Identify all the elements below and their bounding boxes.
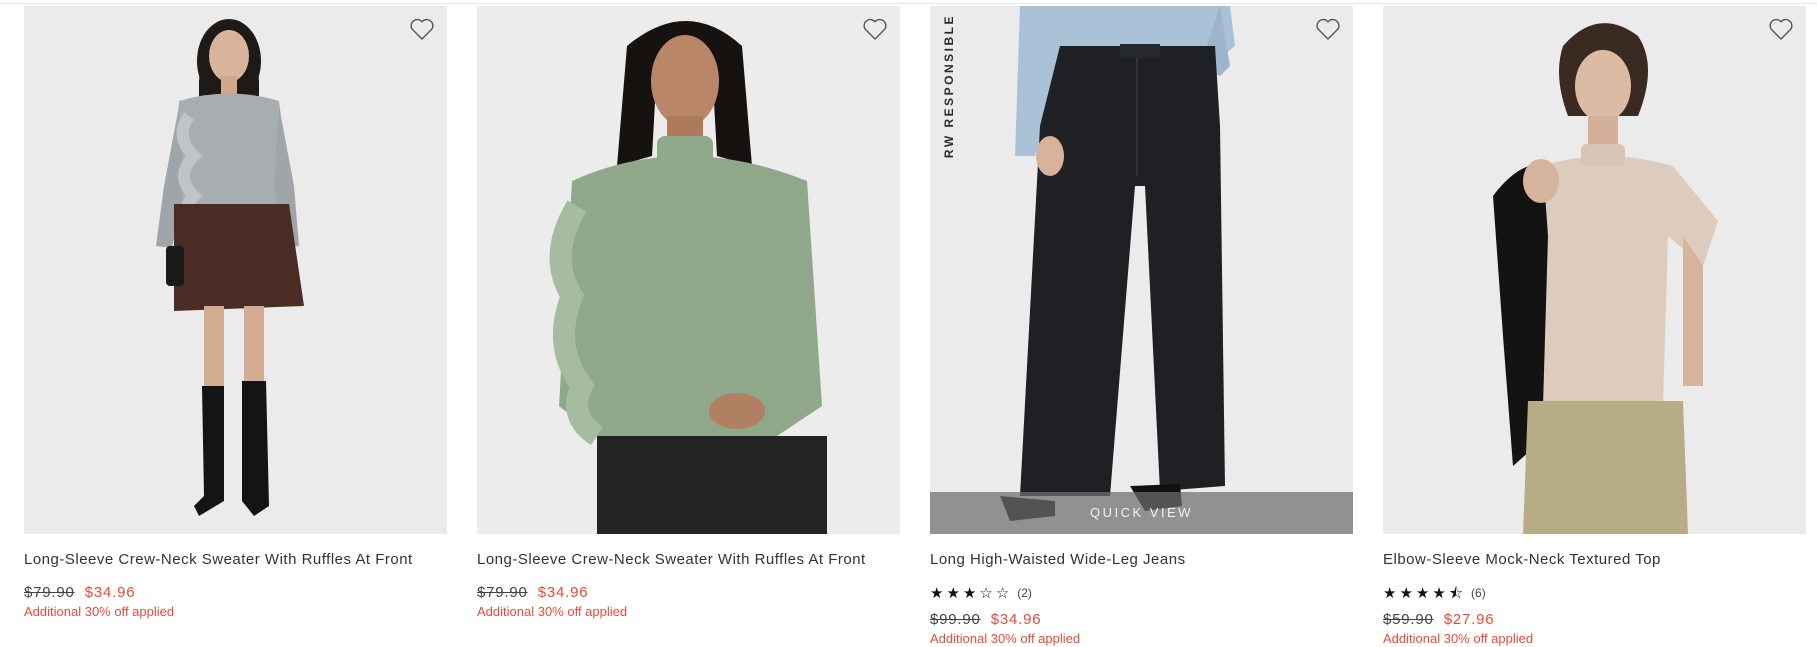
heart-outline-icon — [1316, 18, 1340, 40]
promo-text: Additional 30% off applied — [930, 631, 1081, 646]
responsible-brand-mark: RW RESPONSIBLE — [942, 14, 956, 159]
sale-price: $27.96 — [1443, 611, 1495, 628]
original-price: $79.90 — [24, 584, 75, 601]
price-row: $99.90 $34.96 — [930, 611, 1041, 628]
product-photo-sweater-green — [477, 6, 900, 534]
sale-price: $34.96 — [537, 584, 589, 601]
price-row: $59.90 $27.96 — [1383, 611, 1494, 628]
product-photo-sweater-grey — [24, 6, 447, 534]
original-price: $59.90 — [1383, 611, 1434, 628]
product-image[interactable] — [1383, 6, 1806, 534]
wishlist-button[interactable] — [1766, 14, 1796, 44]
star-full-icon: ★ — [1415, 584, 1430, 602]
wishlist-button[interactable] — [1313, 14, 1343, 44]
sale-price: $34.96 — [990, 611, 1042, 628]
star-full-icon: ★ — [1383, 584, 1397, 602]
product-photo-wide-leg-jeans — [930, 6, 1353, 534]
wishlist-button[interactable] — [407, 14, 437, 44]
star-half-icon: ⯪ — [1448, 584, 1464, 602]
product-card[interactable]: Long-Sleeve Crew-Neck Sweater With Ruffl… — [24, 6, 447, 647]
product-image[interactable] — [477, 6, 900, 534]
quick-view-button[interactable]: QUICK VIEW — [930, 492, 1353, 534]
rating-count: (6) — [1471, 586, 1486, 600]
heart-outline-icon — [1769, 18, 1793, 40]
product-photo-mock-neck-top — [1383, 6, 1806, 534]
star-full-icon: ★ — [962, 584, 977, 602]
product-card[interactable]: Long-Sleeve Crew-Neck Sweater With Ruffl… — [477, 6, 900, 647]
heart-outline-icon — [863, 18, 887, 40]
price-row: $79.90 $34.96 — [477, 584, 588, 601]
heart-outline-icon — [410, 18, 434, 40]
star-empty-icon: ☆ — [995, 584, 1010, 602]
rating-count: (2) — [1017, 586, 1032, 600]
header-divider — [0, 3, 1817, 4]
star-full-icon: ★ — [946, 584, 960, 602]
wishlist-button[interactable] — [860, 14, 890, 44]
original-price: $99.90 — [930, 611, 981, 628]
product-name[interactable]: Long-Sleeve Crew-Neck Sweater With Ruffl… — [24, 551, 413, 568]
promo-text: Additional 30% off applied — [24, 604, 175, 619]
sale-price: $34.96 — [84, 584, 136, 601]
product-card[interactable]: Elbow-Sleeve Mock-Neck Textured Top ★ ★ … — [1383, 6, 1806, 647]
product-name[interactable]: Long-Sleeve Crew-Neck Sweater With Ruffl… — [477, 551, 866, 568]
star-full-icon: ★ — [930, 584, 944, 602]
promo-text: Additional 30% off applied — [477, 604, 628, 619]
star-full-icon: ★ — [1399, 584, 1413, 602]
product-card[interactable]: RW RESPONSIBLE QUICK VIEW Long High-Wais… — [930, 6, 1353, 647]
product-name[interactable]: Elbow-Sleeve Mock-Neck Textured Top — [1383, 551, 1661, 568]
product-grid: Long-Sleeve Crew-Neck Sweater With Ruffl… — [24, 6, 1806, 647]
original-price: $79.90 — [477, 584, 528, 601]
product-image[interactable]: RW RESPONSIBLE QUICK VIEW — [930, 6, 1353, 534]
product-name[interactable]: Long High-Waisted Wide-Leg Jeans — [930, 551, 1186, 568]
star-full-icon: ★ — [1432, 584, 1446, 602]
price-row: $79.90 $34.96 — [24, 584, 135, 601]
star-rating[interactable]: ★ ★ ★ ★ ⯪ (6) — [1383, 584, 1486, 602]
star-empty-icon: ☆ — [979, 584, 993, 602]
product-image[interactable] — [24, 6, 447, 534]
promo-text: Additional 30% off applied — [1383, 631, 1534, 646]
star-rating[interactable]: ★ ★ ★ ☆ ☆ (2) — [930, 584, 1032, 602]
